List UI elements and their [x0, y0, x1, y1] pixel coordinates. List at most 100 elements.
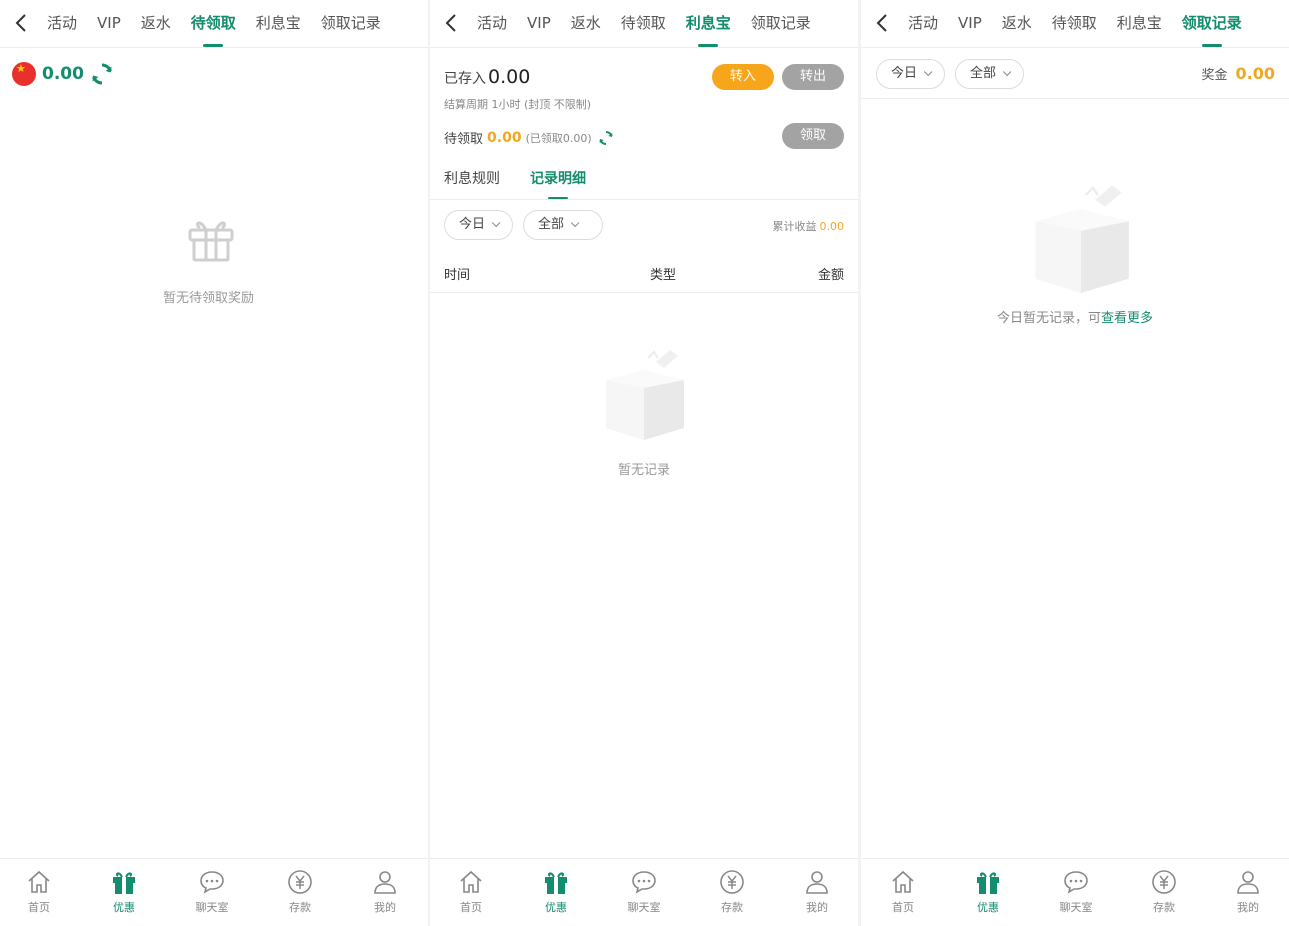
- nav-chat[interactable]: 聊天室: [614, 869, 674, 915]
- tab-claim-records[interactable]: 领取记录: [1182, 0, 1242, 48]
- back-arrow-icon[interactable]: [12, 12, 32, 34]
- refresh-icon[interactable]: [598, 130, 614, 146]
- refresh-icon[interactable]: [90, 62, 114, 86]
- nav-promotions[interactable]: 优惠: [526, 869, 586, 915]
- top-nav: 活动 VIP 返水 待领取 利息宝 领取记录: [430, 0, 858, 48]
- type-filter[interactable]: 全部: [955, 59, 1024, 89]
- tab-bar: 活动 VIP 返水 待领取 利息宝 领取记录: [477, 0, 831, 48]
- nav-profile[interactable]: 我的: [355, 869, 415, 915]
- tab-pending[interactable]: 待领取: [1052, 0, 1097, 48]
- nav-deposit[interactable]: 存款: [270, 869, 330, 915]
- nav-home[interactable]: 首页: [9, 869, 69, 915]
- chat-icon: [1064, 871, 1088, 894]
- prize-total: 奖金 0.00: [1201, 64, 1276, 83]
- empty-message: 今日暂无记录，可查看更多: [996, 311, 1154, 326]
- tab-rebate[interactable]: 返水: [141, 0, 171, 48]
- tab-pending[interactable]: 待领取: [191, 0, 236, 48]
- tab-vip[interactable]: VIP: [527, 0, 551, 48]
- panel-claim-records: 活动 VIP 返水 待领取 利息宝 领取记录 今日 全部 奖金 0.00 今日暂…: [861, 0, 1289, 926]
- panel-pending-rewards: 活动 VIP 返水 待领取 利息宝 领取记录 ★ 0.00 暂无待领取奖励 首页…: [0, 0, 428, 926]
- top-nav: 活动 VIP 返水 待领取 利息宝 领取记录: [861, 0, 1289, 48]
- tab-bar: 活动 VIP 返水 待领取 利息宝 领取记录: [908, 0, 1262, 48]
- nav-deposit[interactable]: 存款: [1134, 869, 1194, 915]
- nav-promotions[interactable]: 优惠: [958, 869, 1018, 915]
- claim-button[interactable]: 领取: [782, 123, 844, 149]
- home-icon: [28, 870, 50, 893]
- divider: [861, 98, 1289, 99]
- settlement-cycle: 结算周期 1小时 (封顶 不限制): [444, 98, 592, 111]
- deposit-icon: [288, 870, 312, 894]
- user-icon: [1237, 871, 1259, 894]
- transfer-in-button[interactable]: 转入: [712, 64, 774, 90]
- top-nav: 活动 VIP 返水 待领取 利息宝 领取记录: [0, 0, 428, 48]
- bottom-nav: 首页 优惠 聊天室 存款 我的: [430, 858, 858, 926]
- pending-row: 待领取 0.00 (已领取0.00): [444, 128, 614, 147]
- deposit-icon: [1152, 870, 1176, 894]
- nav-deposit[interactable]: 存款: [702, 869, 762, 915]
- user-icon: [374, 871, 396, 894]
- nav-chat[interactable]: 聊天室: [182, 869, 242, 915]
- nav-profile[interactable]: 我的: [787, 869, 847, 915]
- nav-home[interactable]: 首页: [441, 869, 501, 915]
- panel-interest: 活动 VIP 返水 待领取 利息宝 领取记录 已存入 0.00 转入 转出 结算…: [430, 0, 858, 926]
- date-filter[interactable]: 今日: [444, 210, 513, 240]
- china-flag-icon: ★: [12, 62, 36, 86]
- home-icon: [460, 870, 482, 893]
- tab-activity[interactable]: 活动: [477, 0, 507, 48]
- gift-icon: [113, 872, 135, 894]
- nav-profile[interactable]: 我的: [1218, 869, 1278, 915]
- saved-amount: 已存入 0.00: [444, 66, 530, 88]
- chat-icon: [200, 871, 224, 894]
- nav-home[interactable]: 首页: [873, 869, 933, 915]
- chevron-down-icon: [923, 67, 933, 77]
- saved-label: 已存入: [444, 71, 486, 87]
- divider: [430, 292, 858, 293]
- tab-claim-records[interactable]: 领取记录: [321, 0, 381, 48]
- nav-promotions[interactable]: 优惠: [94, 869, 154, 915]
- subtab-record-details[interactable]: 记录明细: [530, 164, 586, 200]
- deposit-icon: [720, 870, 744, 894]
- empty-message: 暂无记录: [618, 463, 671, 478]
- user-icon: [806, 871, 828, 894]
- tab-rebate[interactable]: 返水: [571, 0, 601, 48]
- gift-icon: [977, 872, 999, 894]
- home-icon: [892, 870, 914, 893]
- tab-interest[interactable]: 利息宝: [686, 0, 731, 48]
- pending-label: 待领取: [444, 132, 484, 147]
- transfer-out-button[interactable]: 转出: [782, 64, 844, 90]
- bottom-nav: 首页 优惠 聊天室 存款 我的: [861, 858, 1289, 926]
- bottom-nav: 首页 优惠 聊天室 存款 我的: [0, 858, 428, 926]
- tab-activity[interactable]: 活动: [47, 0, 77, 48]
- balance-row: ★ 0.00: [12, 62, 114, 86]
- gift-icon: [188, 221, 234, 262]
- empty-box-icon: [1035, 185, 1129, 293]
- header-time: 时间: [444, 268, 471, 283]
- divider: [430, 199, 858, 200]
- claimed-amount: (已领取0.00): [525, 131, 592, 145]
- tab-interest[interactable]: 利息宝: [1117, 0, 1162, 48]
- tab-rebate[interactable]: 返水: [1002, 0, 1032, 48]
- header-amount: 金额: [817, 268, 844, 283]
- view-more-link[interactable]: 查看更多: [1101, 311, 1153, 326]
- tab-bar: 活动 VIP 返水 待领取 利息宝 领取记录: [47, 0, 401, 48]
- tab-vip[interactable]: VIP: [97, 0, 121, 48]
- gift-icon: [545, 872, 567, 894]
- pending-value: 0.00: [487, 129, 522, 146]
- chevron-down-icon: [491, 218, 501, 228]
- date-filter[interactable]: 今日: [876, 59, 945, 89]
- tab-activity[interactable]: 活动: [908, 0, 938, 48]
- saved-value: 0.00: [488, 66, 531, 88]
- nav-chat[interactable]: 聊天室: [1046, 869, 1106, 915]
- subtab-bar: 利息规则 记录明细: [444, 164, 616, 200]
- subtab-interest-rules[interactable]: 利息规则: [444, 164, 500, 194]
- back-arrow-icon[interactable]: [442, 12, 462, 34]
- tab-vip[interactable]: VIP: [958, 0, 982, 48]
- tab-claim-records[interactable]: 领取记录: [751, 0, 811, 48]
- chevron-down-icon: [570, 218, 580, 228]
- back-arrow-icon[interactable]: [873, 12, 893, 34]
- empty-message: 暂无待领取奖励: [163, 291, 255, 306]
- type-filter[interactable]: 全部: [523, 210, 603, 240]
- tab-pending[interactable]: 待领取: [621, 0, 666, 48]
- header-type: 类型: [650, 268, 677, 283]
- tab-interest[interactable]: 利息宝: [256, 0, 301, 48]
